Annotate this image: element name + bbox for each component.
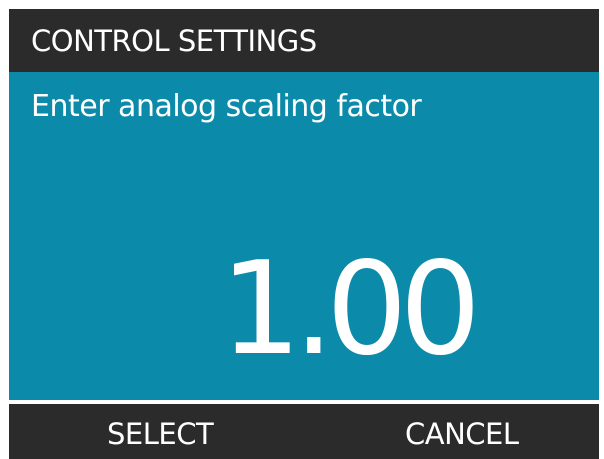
input-panel: Enter analog scaling factor 1.00 (9, 72, 599, 400)
screen-title: CONTROL SETTINGS (31, 24, 317, 58)
cancel-button[interactable]: CANCEL (405, 414, 519, 454)
input-prompt: Enter analog scaling factor (31, 89, 422, 124)
softkey-bar: SELECT CANCEL (9, 404, 599, 459)
scaling-factor-value[interactable]: 1.00 (220, 240, 481, 380)
select-button[interactable]: SELECT (107, 414, 214, 454)
control-settings-screen: CONTROL SETTINGS Enter analog scaling fa… (9, 9, 599, 459)
screen-header: CONTROL SETTINGS (9, 9, 599, 72)
